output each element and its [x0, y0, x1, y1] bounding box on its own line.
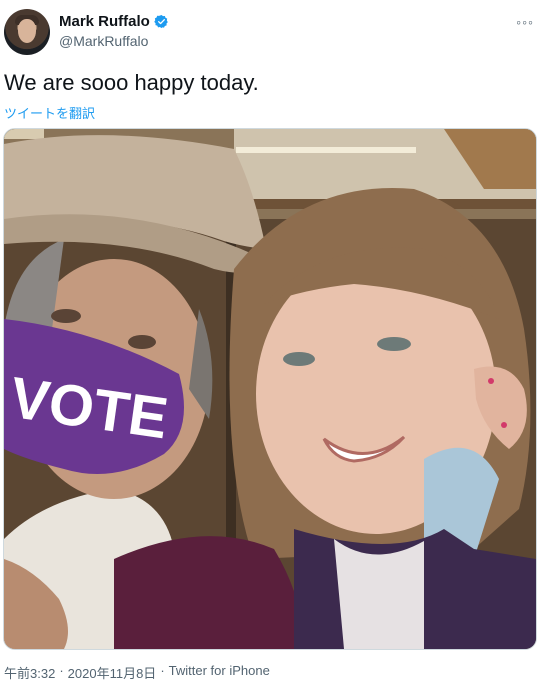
- tweet-metadata: 午前3:32 · 2020年11月8日 · Twitter for iPhone: [4, 663, 270, 682]
- photo-illustration: VOTE: [4, 129, 536, 649]
- avatar-face: [18, 19, 36, 43]
- author-display-name[interactable]: Mark Ruffalo: [59, 13, 150, 30]
- author-handle[interactable]: @MarkRuffalo: [59, 33, 148, 49]
- author-name-row: Mark Ruffalo: [59, 13, 169, 30]
- translate-tweet-link[interactable]: ツイートを翻訳: [4, 103, 95, 122]
- tweet-time[interactable]: 午前3:32: [4, 663, 55, 682]
- author-avatar[interactable]: [4, 9, 50, 55]
- more-options-icon[interactable]: ◦◦◦: [516, 14, 534, 30]
- tweet-source[interactable]: Twitter for iPhone: [169, 663, 270, 682]
- meta-separator: ·: [160, 663, 165, 678]
- tweet-date[interactable]: 2020年11月8日: [68, 663, 157, 682]
- tweet-photo[interactable]: VOTE: [3, 128, 537, 650]
- tweet-text: We are sooo happy today.: [4, 70, 259, 95]
- verified-badge-icon: [154, 14, 168, 29]
- meta-separator: ·: [59, 663, 64, 678]
